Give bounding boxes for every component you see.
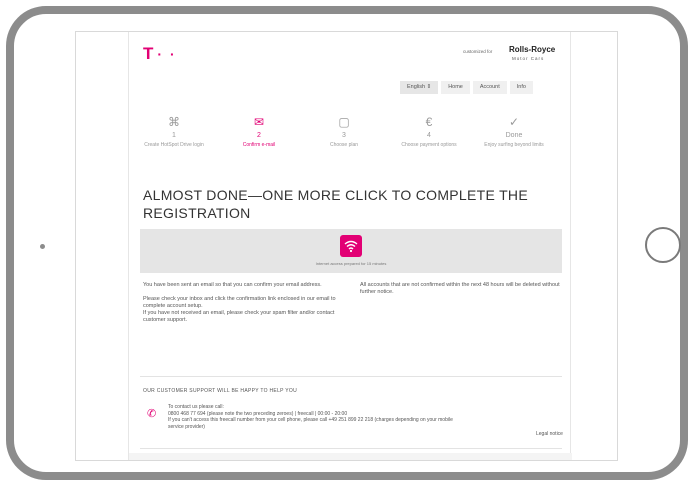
info-right: All accounts that are not confirmed with…	[360, 282, 560, 295]
partner-name: Rolls-Royce	[509, 45, 556, 54]
info-paragraph: You have been sent an email so that you …	[143, 282, 322, 288]
top-nav: English ⇕ Home Account Info	[400, 81, 533, 94]
step-number: 1	[172, 132, 176, 139]
customized-label: customized for	[463, 49, 493, 54]
internet-banner: Internet access prepared for 15 minutes	[140, 229, 562, 273]
telekom-logo[interactable]: T · ·	[143, 44, 177, 64]
logo-letter: T	[143, 44, 155, 63]
page: T · · customized for Rolls-Royce Motor Ca…	[128, 32, 572, 460]
logo-dots: · ·	[157, 46, 177, 62]
step-2: ✉ 2 Confirm e-mail	[223, 114, 295, 148]
banner-text: Internet access prepared for 15 minutes	[315, 261, 387, 266]
info-left: You have been sent an email so that you …	[143, 282, 353, 331]
step-number: Done	[505, 132, 523, 139]
step-number: 2	[257, 132, 261, 139]
step-number: 3	[342, 132, 346, 139]
step-number: 4	[427, 132, 431, 139]
phone-icon: ✆	[147, 408, 157, 420]
nav-account[interactable]: Account	[472, 81, 507, 94]
step-done: ✓ Done Enjoy surfing beyond limits	[478, 114, 550, 148]
step-label: Confirm e-mail	[242, 142, 276, 148]
legal-notice-link[interactable]: Legal notice	[536, 431, 563, 437]
envelope-icon: ✉	[253, 115, 265, 129]
info-paragraph: Please check your inbox and click the co…	[143, 296, 336, 309]
home-button[interactable]	[645, 227, 681, 263]
progress-steps: ⌘ 1 Create HotSpot Drive login ✉ 2 Confi…	[138, 114, 563, 174]
wifi-icon	[340, 235, 362, 257]
check-icon: ✓	[508, 115, 520, 129]
divider	[140, 376, 562, 377]
language-select[interactable]: English ⇕	[400, 81, 439, 94]
tag-icon: ⌘	[168, 115, 180, 129]
step-label: Choose payment options	[401, 142, 457, 148]
step-label: Create HotSpot Drive login	[144, 142, 204, 148]
support-line: If you can't access this freecall number…	[168, 417, 453, 430]
euro-icon: €	[425, 115, 433, 129]
page-title: ALMOST DONE—ONE MORE CLICK TO COMPLETE T…	[143, 187, 528, 221]
divider	[140, 448, 562, 449]
step-4: € 4 Choose payment options	[393, 114, 465, 148]
info-paragraph: If you have not received an email, pleas…	[143, 310, 335, 323]
nav-home[interactable]: Home	[441, 81, 470, 94]
step-1: ⌘ 1 Create HotSpot Drive login	[138, 114, 210, 148]
calendar-icon: ▢	[338, 115, 350, 129]
step-label: Choose plan	[329, 142, 359, 148]
footer-bar	[129, 453, 572, 460]
tablet-screen: T · · customized for Rolls-Royce Motor Ca…	[75, 31, 618, 461]
support-text: To contact us please call: 0800 468 77 6…	[168, 404, 468, 430]
support-heading: OUR CUSTOMER SUPPORT WILL BE HAPPY TO HE…	[143, 388, 298, 394]
step-3: ▢ 3 Choose plan	[308, 114, 380, 148]
partner-sub: Motor Cars	[512, 56, 545, 61]
step-label: Enjoy surfing beyond limits	[484, 142, 544, 148]
camera-dot	[40, 244, 45, 249]
nav-info[interactable]: Info	[509, 81, 533, 94]
